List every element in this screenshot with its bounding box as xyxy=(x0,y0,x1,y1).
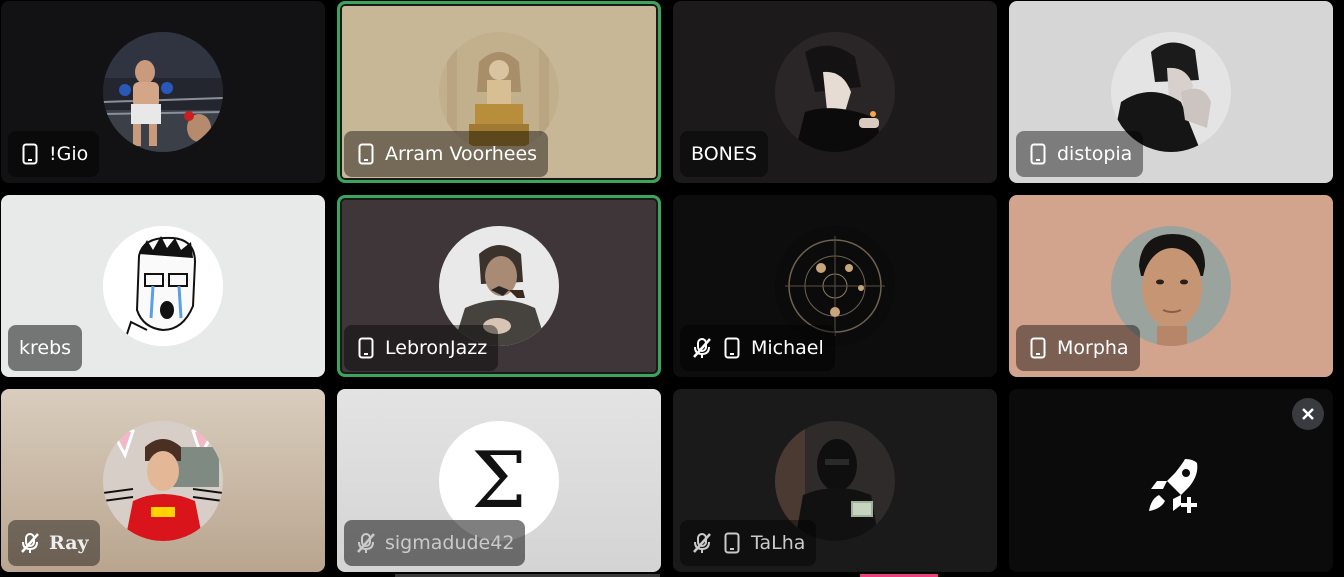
mobile-phone-icon xyxy=(721,336,743,360)
participant-tile-lebronjazz[interactable]: LebronJazz xyxy=(337,195,661,377)
mobile-phone-icon xyxy=(1027,336,1049,360)
avatar xyxy=(103,420,223,541)
mobile-phone-icon xyxy=(355,336,377,360)
participant-name: Michael xyxy=(751,337,824,359)
participant-name-pill: Michael xyxy=(680,325,835,371)
participant-name: BONES xyxy=(691,143,757,165)
participant-tile-krebs[interactable]: krebs xyxy=(1,195,325,377)
participant-name: sigmadude42 xyxy=(385,532,515,554)
participant-name-pill: Ray xyxy=(8,520,100,566)
participant-name: TaLha xyxy=(751,532,806,554)
mobile-phone-icon xyxy=(721,531,743,555)
avatar xyxy=(103,226,223,346)
participant-tile-distopia[interactable]: distopia xyxy=(1009,1,1333,183)
participant-tile-arram-voorhees[interactable]: Arram Voorhees xyxy=(337,1,661,183)
participant-name: Arram Voorhees xyxy=(385,143,538,165)
participant-name-pill: BONES xyxy=(680,131,768,177)
activity-tile[interactable] xyxy=(1009,389,1333,572)
participant-name-pill: distopia xyxy=(1016,131,1144,177)
participant-name-pill: krebs xyxy=(8,325,83,371)
participant-name: Ray xyxy=(49,532,89,554)
mobile-phone-icon xyxy=(355,142,377,166)
participant-name-pill: sigmadude42 xyxy=(344,520,526,566)
mobile-phone-icon xyxy=(19,142,41,166)
sigma-symbol: Σ xyxy=(471,435,527,526)
participant-name-pill: !Gio xyxy=(8,131,100,177)
participant-tile-talha[interactable]: TaLha xyxy=(673,389,997,572)
participant-name: krebs xyxy=(19,337,72,359)
avatar xyxy=(103,32,223,152)
participant-name-pill: LebronJazz xyxy=(344,325,499,371)
participant-name-pill: TaLha xyxy=(680,520,817,566)
muted-mic-icon xyxy=(691,336,713,360)
rocket-add-icon[interactable] xyxy=(1145,455,1205,515)
mobile-phone-icon xyxy=(1027,142,1049,166)
close-icon[interactable] xyxy=(1292,398,1324,430)
participant-tile-bones[interactable]: BONES xyxy=(673,1,997,183)
participant-name: Morpha xyxy=(1057,337,1129,359)
participant-tile-sigmadude42[interactable]: Σ sigmadude42 xyxy=(337,389,661,572)
avatar xyxy=(775,32,895,152)
muted-mic-icon xyxy=(691,531,713,555)
muted-mic-icon xyxy=(19,531,41,555)
participant-tile-morpha[interactable]: Morpha xyxy=(1009,195,1333,377)
participant-name: LebronJazz xyxy=(385,337,488,359)
muted-mic-icon xyxy=(355,531,377,555)
participant-tile-ray[interactable]: Ray xyxy=(1,389,325,572)
participant-name: distopia xyxy=(1057,143,1133,165)
participant-name-pill: Morpha xyxy=(1016,325,1140,371)
participant-tile-gio[interactable]: !Gio xyxy=(1,1,325,183)
participant-name: !Gio xyxy=(49,143,89,165)
participant-name-pill: Arram Voorhees xyxy=(344,131,549,177)
participant-tile-michael[interactable]: Michael xyxy=(673,195,997,377)
